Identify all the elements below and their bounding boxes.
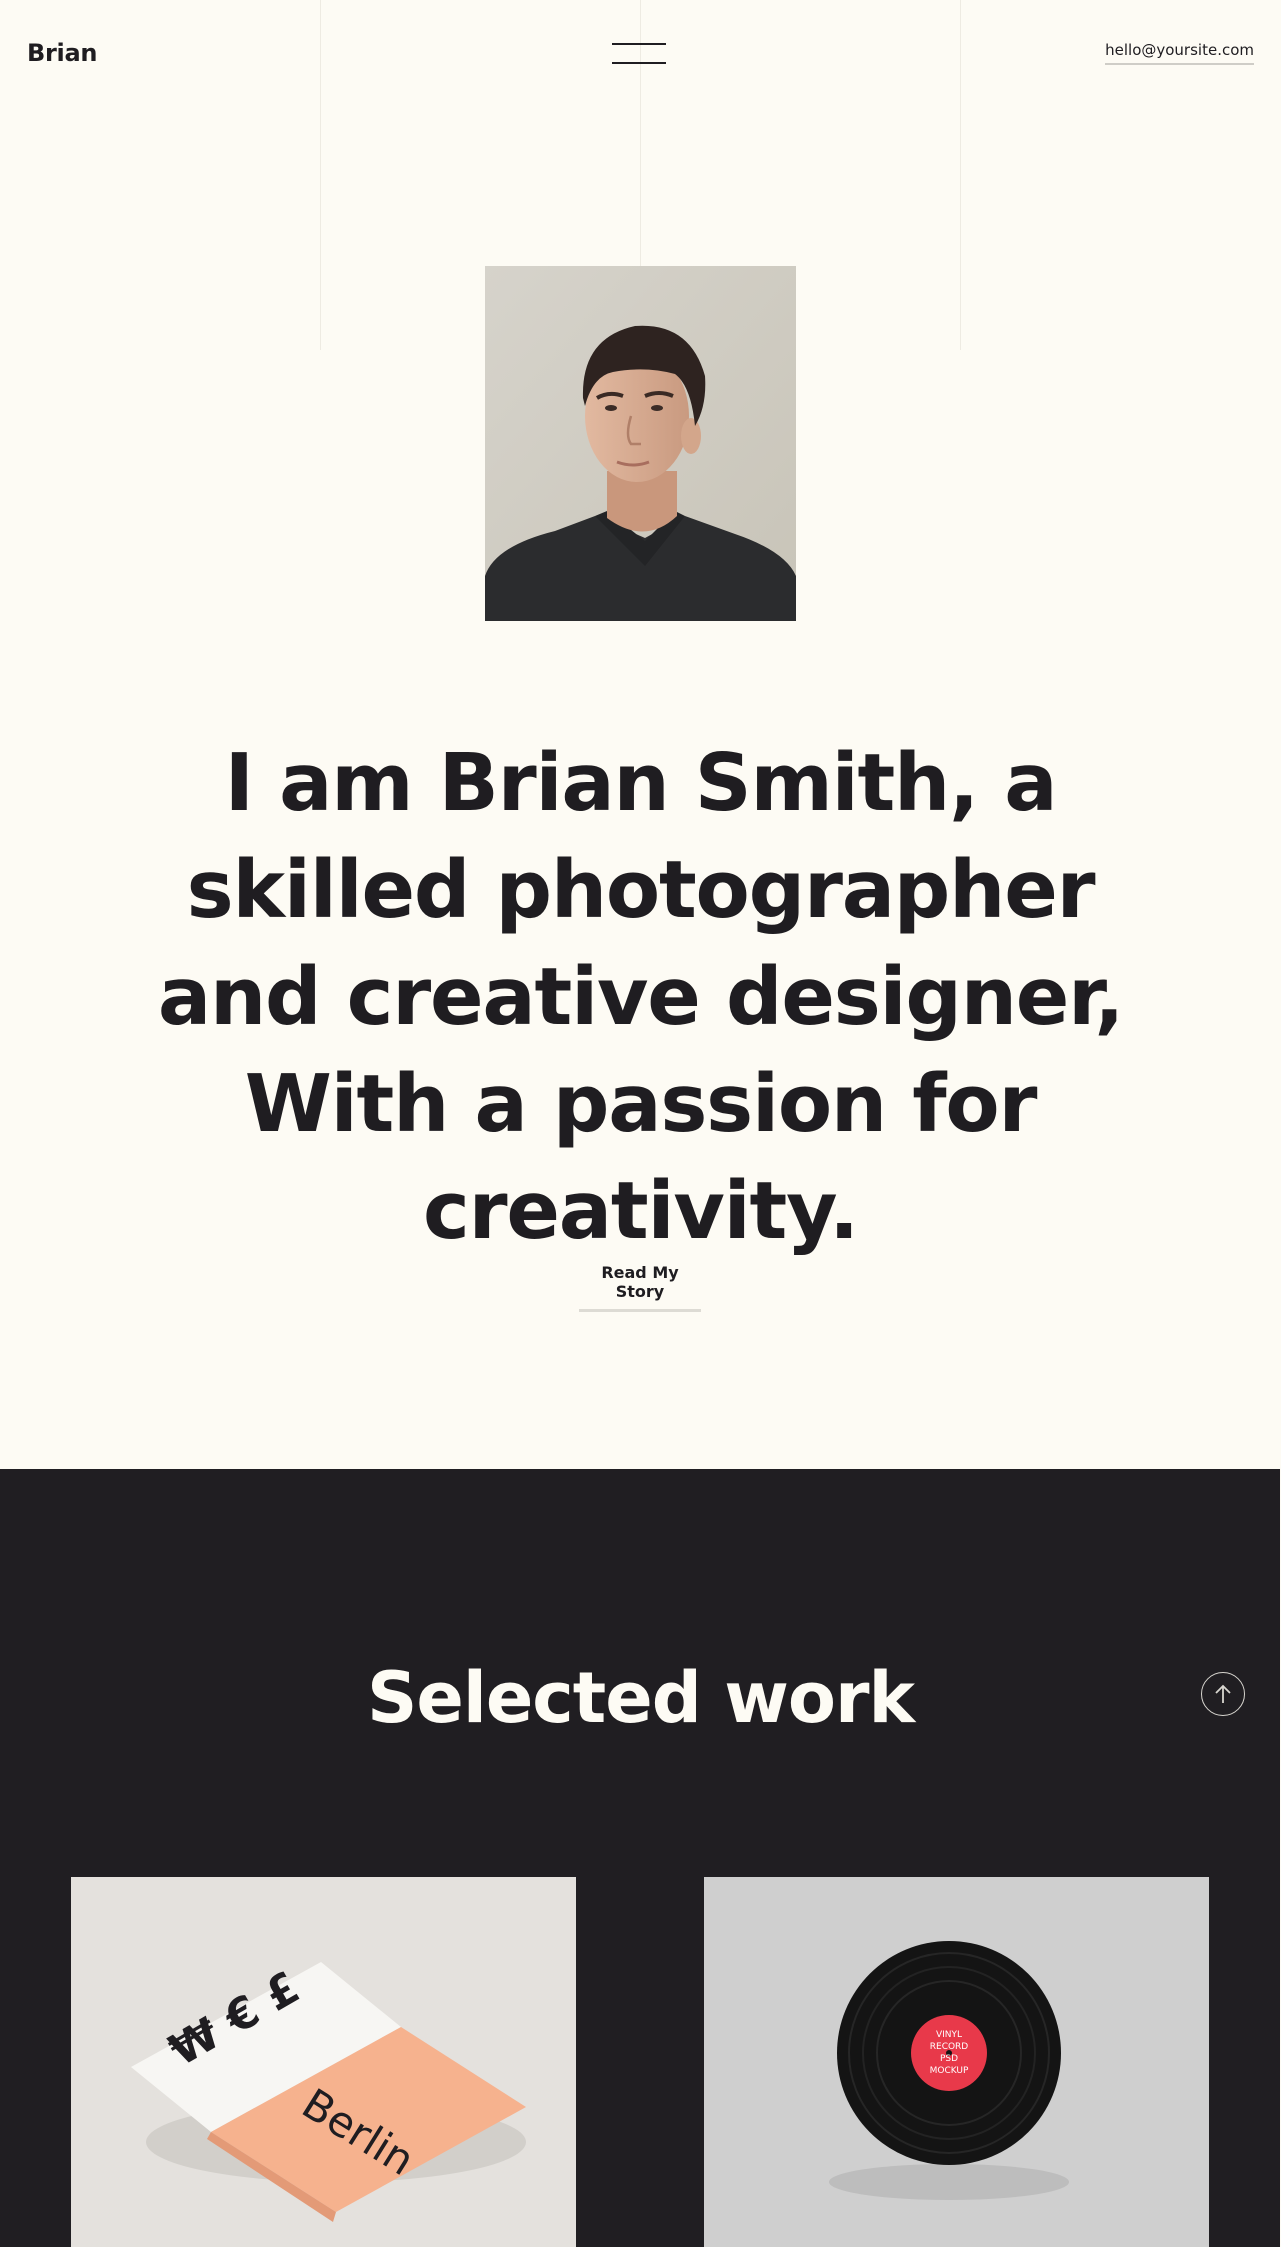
email-link[interactable]: hello@yoursite.com <box>1105 41 1254 65</box>
work-card-berlin[interactable]: ₩ € £ Berlin <box>71 1877 576 2247</box>
work-card-vinyl[interactable]: VINYL RECORD PSD MOCKUP <box>704 1877 1209 2247</box>
portrait-image <box>485 266 796 621</box>
svg-text:VINYL: VINYL <box>936 2030 962 2040</box>
svg-text:MOCKUP: MOCKUP <box>930 2066 969 2076</box>
arrow-up-icon <box>1215 1684 1231 1703</box>
svg-text:RECORD: RECORD <box>930 2042 969 2052</box>
site-header: Brian hello@yoursite.com <box>0 0 1281 110</box>
hamburger-icon <box>612 43 666 45</box>
menu-button[interactable] <box>608 36 668 68</box>
read-story-link[interactable]: Read My Story <box>579 1263 701 1312</box>
svg-text:PSD: PSD <box>940 2054 958 2064</box>
selected-work-section: Selected work ₩ € £ Berlin VINYL RECORD … <box>0 1469 1280 2247</box>
section-title: Selected work <box>366 1657 915 1739</box>
site-logo[interactable]: Brian <box>27 39 97 67</box>
scroll-top-button[interactable] <box>1201 1672 1245 1716</box>
berlin-brochure-image: ₩ € £ Berlin <box>131 1962 526 2222</box>
person-illustration <box>485 266 796 621</box>
vinyl-record-image: VINYL RECORD PSD MOCKUP <box>829 1941 1069 2200</box>
hero-headline: I am Brian Smith, a skilled photographer… <box>157 737 1124 1257</box>
